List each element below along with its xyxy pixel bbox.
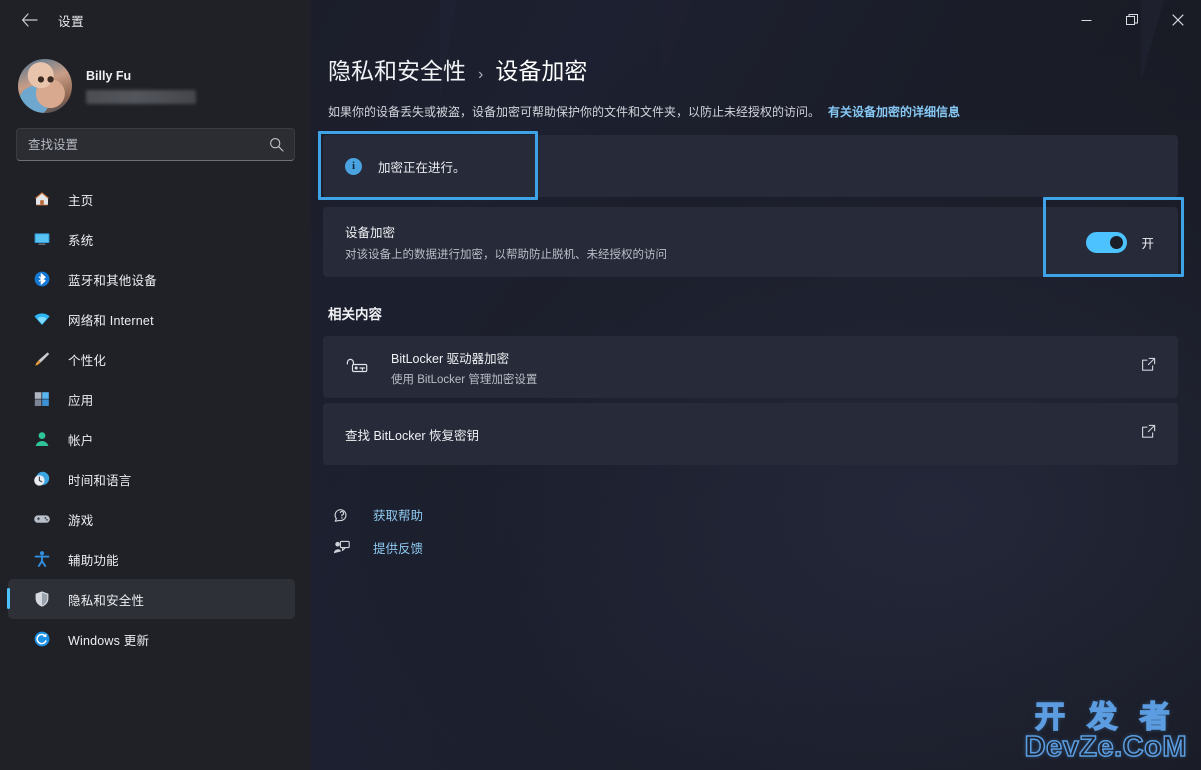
sidebar-item-label: 辅助功能 [68,553,119,568]
content-inner: 隐私和安全性 › 设备加密 如果你的设备丢失或被盗，设备加密可帮助保护你的文件和… [311,40,1201,562]
sidebar-item-accessibility[interactable]: 辅助功能 [8,539,295,579]
sidebar-item-time-language[interactable]: 时间和语言 [8,459,295,499]
privacy-shield-icon [32,589,52,609]
window-title: 设置 [58,14,85,29]
sidebar-item-label: 应用 [68,393,94,408]
breadcrumb-current: 设备加密 [495,58,588,84]
breadcrumb: 隐私和安全性 › 设备加密 [323,52,1201,86]
sidebar-item-label: 主页 [68,193,94,208]
sidebar-item-bluetooth[interactable]: 蓝牙和其他设备 [8,259,295,299]
sidebar-nav: 主页 系统 蓝牙和其他设备 网络和 Internet 个性化 应用 帐户 时间和… [0,179,311,659]
bitlocker-subtitle: 使用 BitLocker 管理加密设置 [391,373,538,386]
sidebar-item-label: Windows 更新 [68,633,150,648]
encryption-status-text: 加密正在进行。 [378,160,466,175]
search-input[interactable] [17,137,294,152]
recovery-key-title: 查找 BitLocker 恢复密钥 [345,428,480,443]
external-link-icon[interactable] [1141,424,1156,444]
search-icon [269,137,284,157]
profile-name: Billy Fu [86,68,132,83]
bitlocker-drive-icon [345,358,369,376]
watermark-line-1: 开 发 者 [1034,701,1177,735]
get-help-label: 获取帮助 [373,508,424,523]
sidebar: Billy Fu 主页 [0,0,311,770]
device-encryption-row[interactable]: 设备加密 对该设备上的数据进行加密，以帮助防止脱机、未经授权的访问 开 [323,207,1178,277]
back-arrow-icon[interactable] [12,5,46,35]
sidebar-item-windows-update[interactable]: Windows 更新 [8,619,295,659]
help-icon [331,506,351,523]
maximize-icon[interactable] [1109,0,1155,40]
encryption-status-banner: i 加密正在进行。 [323,135,1178,197]
learn-more-link[interactable]: 有关设备加密的详细信息 [828,105,960,119]
time-language-icon [32,469,52,489]
minimize-icon[interactable] [1063,0,1109,40]
device-encryption-title: 设备加密 [345,226,396,240]
bluetooth-icon [32,269,52,289]
device-encryption-toggle[interactable] [1086,231,1128,253]
bitlocker-title: BitLocker 驱动器加密 [391,351,510,366]
give-feedback-link[interactable]: 提供反馈 [331,532,1201,562]
sidebar-item-gaming[interactable]: 游戏 [8,499,295,539]
breadcrumb-separator-icon: › [478,66,484,83]
device-encryption-text: 设备加密 对该设备上的数据进行加密，以帮助防止脱机、未经授权的访问 [345,222,667,262]
info-circle-icon: i [345,157,362,175]
system-icon [32,229,52,249]
windows-update-icon [32,629,52,649]
toggle-state-label: 开 [1141,236,1154,251]
page-description-text: 如果你的设备丢失或被盗，设备加密可帮助保护你的文件和文件夹，以防止未经授权的访问… [328,105,821,119]
sidebar-item-apps[interactable]: 应用 [8,379,295,419]
sidebar-item-label: 个性化 [68,353,107,368]
home-icon [32,189,52,209]
bitlocker-text: BitLocker 驱动器加密 使用 BitLocker 管理加密设置 [391,348,537,387]
network-icon [32,309,52,329]
sidebar-item-label: 网络和 Internet [68,313,154,328]
accessibility-icon [32,549,52,569]
sidebar-item-label: 隐私和安全性 [68,593,145,608]
sidebar-item-label: 游戏 [68,513,94,528]
avatar [18,59,72,113]
feedback-icon [331,539,351,556]
page-description: 如果你的设备丢失或被盗，设备加密可帮助保护你的文件和文件夹，以防止未经授权的访问… [323,103,1201,121]
title-bar: 设置 [0,0,1201,40]
external-link-icon[interactable] [1141,357,1156,377]
settings-window: 设置 Billy Fu 查找设置 主页 系统 蓝牙和其他设备 网络和 Inter… [0,0,1201,770]
main-content: 隐私和安全性 › 设备加密 如果你的设备丢失或被盗，设备加密可帮助保护你的文件和… [311,0,1201,770]
sidebar-item-personalization[interactable]: 个性化 [8,339,295,379]
sidebar-item-label: 蓝牙和其他设备 [68,273,157,288]
device-encryption-subtitle: 对该设备上的数据进行加密，以帮助防止脱机、未经授权的访问 [345,249,667,261]
footer-links: 获取帮助 提供反馈 [323,499,1201,562]
search-box[interactable] [16,128,295,161]
device-encryption-toggle-group[interactable]: 开 [1086,231,1154,253]
breadcrumb-parent[interactable]: 隐私和安全性 [328,52,466,86]
sidebar-item-label: 时间和语言 [68,473,132,488]
find-bitlocker-recovery-key-row[interactable]: 查找 BitLocker 恢复密钥 [323,403,1178,465]
apps-icon [32,389,52,409]
related-section-title: 相关内容 [328,307,382,322]
toggle-knob [1110,235,1124,249]
accounts-icon [32,429,52,449]
close-icon[interactable] [1155,0,1201,40]
profile-email-redacted [86,89,196,104]
search-section [0,118,311,161]
gaming-controller-icon [32,509,52,529]
sidebar-item-label: 帐户 [68,433,94,448]
sidebar-item-home[interactable]: 主页 [8,179,295,219]
sidebar-item-system[interactable]: 系统 [8,219,295,259]
bitlocker-drive-encryption-row[interactable]: BitLocker 驱动器加密 使用 BitLocker 管理加密设置 [323,336,1178,398]
personalization-brush-icon [32,349,52,369]
sidebar-item-accounts[interactable]: 帐户 [8,419,295,459]
profile-info: Billy Fu [86,69,196,104]
sidebar-item-privacy-security[interactable]: 隐私和安全性 [7,579,295,619]
sidebar-item-network[interactable]: 网络和 Internet [8,299,295,339]
give-feedback-label: 提供反馈 [373,541,424,556]
get-help-link[interactable]: 获取帮助 [331,499,1201,529]
recovery-key-text: 查找 BitLocker 恢复密钥 [345,425,479,444]
watermark: 开 发 者 DevZe.CoM [1024,701,1187,763]
watermark-line-2: DevZe.CoM [1024,730,1187,763]
profile-section[interactable]: Billy Fu [0,40,311,118]
sidebar-item-label: 系统 [68,233,94,248]
